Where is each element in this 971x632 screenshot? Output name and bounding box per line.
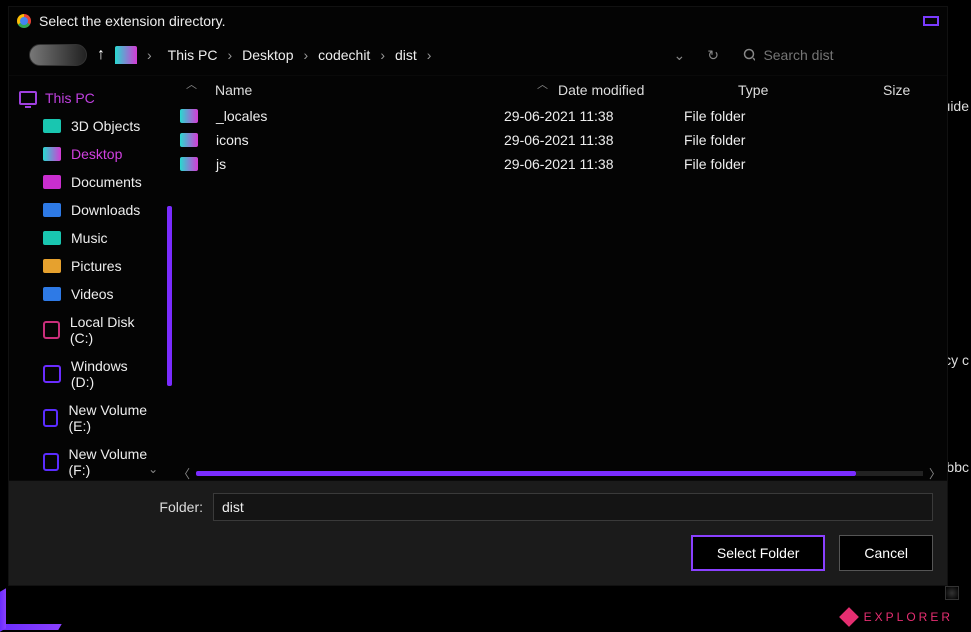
sidebar-item-label: 3D Objects <box>71 118 140 134</box>
chevron-right-icon: › <box>304 47 309 63</box>
sidebar: This PC 3D Objects Desktop Documents Downlo… <box>9 76 164 480</box>
explorer-icon <box>839 607 859 627</box>
maximize-icon[interactable] <box>923 16 939 26</box>
refresh-button[interactable]: ↻ <box>701 43 725 68</box>
sidebar-item[interactable]: Videos <box>9 280 164 308</box>
column-headers[interactable]: ︿ Name ︿ Date modified Type Size <box>172 76 947 104</box>
scroll-right-icon[interactable]: 〉 <box>923 465 947 482</box>
sidebar-item[interactable]: New Volume (E:) <box>9 396 164 440</box>
dialog-footer: Folder: Select Folder Cancel <box>9 480 947 585</box>
sidebar-item-label: Desktop <box>71 146 122 162</box>
bg-text: bbc <box>946 459 969 475</box>
cancel-button[interactable]: Cancel <box>839 535 933 571</box>
cell-name: js <box>208 156 504 172</box>
col-date[interactable]: Date modified <box>558 82 738 98</box>
cell-type: File folder <box>684 108 829 124</box>
folder-icon <box>43 175 61 189</box>
chevron-down-icon[interactable]: ⌄ <box>148 462 158 476</box>
monitor-icon <box>19 91 37 105</box>
folder-icon <box>180 157 198 171</box>
sidebar-item[interactable]: Music <box>9 224 164 252</box>
folder-input[interactable] <box>213 493 933 521</box>
sidebar-item[interactable]: Downloads <box>9 196 164 224</box>
sidebar-item-label: Local Disk (C:) <box>70 314 154 346</box>
folder-icon <box>43 259 61 273</box>
search-box[interactable] <box>735 43 935 67</box>
scroll-left-icon[interactable]: 〈 <box>172 465 196 482</box>
sidebar-item-label: Pictures <box>71 258 122 274</box>
cell-name: _locales <box>208 108 504 124</box>
folder-icon <box>43 119 61 133</box>
col-type[interactable]: Type <box>738 82 883 98</box>
chevron-down-icon[interactable]: ⌄ <box>668 43 692 68</box>
cell-date: 29-06-2021 11:38 <box>504 108 684 124</box>
folder-icon <box>180 109 198 123</box>
folder-icon <box>115 46 137 64</box>
dialog-title: Select the extension directory. <box>39 13 226 29</box>
explorer-label: EXPLORER <box>864 610 953 624</box>
cell-type: File folder <box>684 132 829 148</box>
nav-back-forward[interactable] <box>29 44 87 66</box>
horizontal-scrollbar[interactable]: 〈 〉 <box>172 466 947 480</box>
chevron-right-icon: › <box>227 47 232 63</box>
sort-caret-icon: ︿ <box>537 76 548 92</box>
disk-icon <box>43 409 58 427</box>
sidebar-resizer[interactable] <box>164 76 172 480</box>
cell-type: File folder <box>684 156 829 172</box>
sidebar-item[interactable]: New Volume (F:) <box>9 440 164 480</box>
chevron-right-icon: › <box>147 47 152 63</box>
chevron-right-icon: › <box>427 47 432 63</box>
disk-icon <box>43 321 60 339</box>
cell-name: icons <box>208 132 504 148</box>
breadcrumb: This PC›Desktop›codechit›dist› <box>162 45 658 65</box>
col-size[interactable]: Size <box>883 82 943 98</box>
chrome-icon <box>17 14 31 28</box>
sidebar-item[interactable]: Documents <box>9 168 164 196</box>
breadcrumb-item[interactable]: Desktop <box>236 45 299 65</box>
sidebar-root[interactable]: This PC <box>9 84 164 112</box>
sidebar-item-label: Music <box>71 230 108 246</box>
sidebar-item[interactable]: 3D Objects <box>9 112 164 140</box>
sort-caret-icon: ︿ <box>186 76 197 92</box>
folder-icon <box>43 231 61 245</box>
sidebar-item-label: Documents <box>71 174 142 190</box>
select-folder-button[interactable]: Select Folder <box>691 535 825 571</box>
cell-date: 29-06-2021 11:38 <box>504 156 684 172</box>
table-row[interactable]: icons29-06-2021 11:38File folder <box>172 128 947 152</box>
folder-icon <box>43 287 61 301</box>
nav-up-button[interactable]: ↑ <box>97 46 105 64</box>
folder-label: Folder: <box>23 499 203 515</box>
file-dialog: Select the extension directory. ↑ › This… <box>8 6 948 586</box>
sidebar-item-label: New Volume (F:) <box>69 446 155 478</box>
sidebar-item[interactable]: Local Disk (C:) <box>9 308 164 352</box>
disk-icon <box>43 453 59 471</box>
file-listing: ︿ Name ︿ Date modified Type Size _locale… <box>172 76 947 480</box>
sidebar-item-label: Windows (D:) <box>71 358 154 390</box>
table-row[interactable]: js29-06-2021 11:38File folder <box>172 152 947 176</box>
breadcrumb-item[interactable]: dist <box>389 45 423 65</box>
titlebar[interactable]: Select the extension directory. <box>9 7 947 35</box>
taskbar-explorer[interactable]: EXPLORER <box>842 610 953 624</box>
breadcrumb-item[interactable]: codechit <box>312 45 376 65</box>
sidebar-item[interactable]: Windows (D:) <box>9 352 164 396</box>
table-row[interactable]: _locales29-06-2021 11:38File folder <box>172 104 947 128</box>
sidebar-item-label: Videos <box>71 286 114 302</box>
col-name[interactable]: Name <box>207 82 527 98</box>
tray-icon[interactable] <box>945 586 959 600</box>
folder-icon <box>43 147 61 161</box>
breadcrumb-item[interactable]: This PC <box>162 45 224 65</box>
folder-icon <box>180 133 198 147</box>
sidebar-root-label: This PC <box>45 90 95 106</box>
toolbar: ↑ › This PC›Desktop›codechit›dist› ⌄ ↻ <box>9 35 947 75</box>
cell-date: 29-06-2021 11:38 <box>504 132 684 148</box>
search-icon <box>743 48 755 62</box>
folder-icon <box>43 203 61 217</box>
sidebar-item-label: New Volume (E:) <box>68 402 154 434</box>
sidebar-item[interactable]: Desktop <box>9 140 164 168</box>
chevron-right-icon: › <box>380 47 385 63</box>
sidebar-item[interactable]: Pictures <box>9 252 164 280</box>
search-input[interactable] <box>763 47 927 63</box>
sidebar-item-label: Downloads <box>71 202 140 218</box>
disk-icon <box>43 365 61 383</box>
